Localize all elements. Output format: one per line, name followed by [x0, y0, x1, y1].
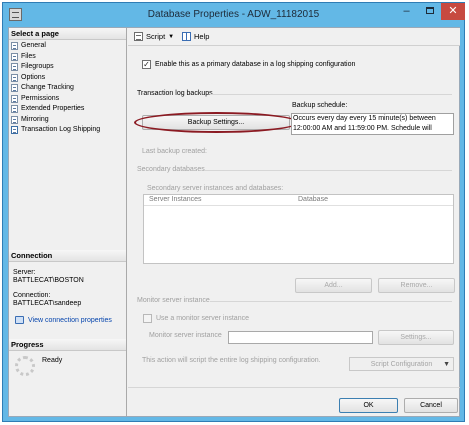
- toolbar: Script ▼ Help: [128, 28, 460, 46]
- enable-primary-label: Enable this as a primary database in a l…: [155, 61, 356, 68]
- backup-schedule-textbox[interactable]: Occurs every day every 15 minute(s) betw…: [291, 113, 454, 135]
- sidebar-item-files[interactable]: Files: [11, 52, 125, 63]
- last-backup-label: Last backup created:: [142, 148, 207, 155]
- sidebar-item-extended-properties[interactable]: Extended Properties: [11, 104, 125, 115]
- sidebar-item-transaction-log-shipping[interactable]: Transaction Log Shipping: [11, 125, 125, 136]
- page-list: General Files Filegroups Options Change …: [11, 41, 125, 136]
- monitor-instance-input[interactable]: [228, 331, 373, 344]
- chevron-down-icon[interactable]: ▼: [168, 34, 174, 40]
- sidebar-item-label: General: [21, 42, 46, 49]
- script-configuration-dropdown[interactable]: Script Configuration ▼: [349, 357, 454, 371]
- help-label: Help: [194, 32, 210, 41]
- minimize-button[interactable]: –: [395, 3, 418, 20]
- progress-spinner-icon: [15, 356, 35, 376]
- dialog-window: Database Properties - ADW_11182015 – ✕ S…: [2, 2, 465, 422]
- page-icon: [11, 84, 18, 93]
- ok-button[interactable]: OK: [339, 398, 398, 413]
- page-icon: [11, 126, 18, 135]
- sidebar-item-general[interactable]: General: [11, 41, 125, 52]
- backup-schedule-label: Backup schedule:: [292, 102, 348, 109]
- page-icon: [11, 94, 18, 103]
- grid-header: Server Instances Database: [144, 195, 453, 206]
- script-label: Script: [146, 32, 166, 41]
- footer-divider: [128, 387, 460, 388]
- script-button[interactable]: Script ▼: [134, 32, 174, 41]
- sidebar-item-label: Permissions: [21, 94, 60, 102]
- progress-heading: Progress: [9, 339, 126, 351]
- title-bar[interactable]: Database Properties - ADW_11182015 – ✕: [3, 3, 465, 27]
- transaction-log-backups-label: Transaction log backups: [137, 90, 213, 97]
- help-icon: [182, 32, 191, 41]
- page-icon: [11, 52, 18, 61]
- maximize-icon: [425, 7, 434, 14]
- server-value: BATTLECAT\BOSTON: [13, 277, 84, 284]
- sidebar-item-label: Change Tracking: [21, 84, 74, 91]
- monitor-instance-field-label: Monitor server instance: [149, 332, 222, 339]
- column-header-database[interactable]: Database: [298, 196, 328, 203]
- group-divider: [210, 301, 452, 302]
- sidebar-item-change-tracking[interactable]: Change Tracking: [11, 83, 125, 94]
- progress-status: Ready: [42, 357, 63, 364]
- sidebar-item-label: Options: [21, 73, 46, 81]
- page-icon: [11, 105, 18, 114]
- left-pane: Select a page General Files Filegroups O…: [9, 28, 127, 416]
- sidebar-item-label: Mirroring: [21, 115, 49, 123]
- connection-heading: Connection: [9, 250, 126, 262]
- chevron-down-icon[interactable]: ▼: [443, 358, 450, 371]
- use-monitor-label: Use a monitor server instance: [156, 315, 249, 322]
- schedule-line-1: Occurs every day every 15 minute(s) betw…: [293, 115, 436, 122]
- highlight-ellipse-annotation: [134, 112, 299, 133]
- monitor-instance-group-label: Monitor server instance: [137, 297, 210, 304]
- cancel-button[interactable]: Cancel: [404, 398, 458, 413]
- secondary-databases-grid[interactable]: Server Instances Database: [143, 194, 454, 264]
- secondary-instances-label: Secondary server instances and databases…: [147, 185, 284, 192]
- group-divider: [210, 94, 452, 95]
- page-icon: [11, 42, 18, 51]
- page-icon: [11, 73, 18, 82]
- script-configuration-note: This action will script the entire log s…: [142, 357, 321, 364]
- sidebar-item-mirroring[interactable]: Mirroring: [11, 115, 125, 126]
- column-header-server-instances[interactable]: Server Instances: [149, 196, 202, 203]
- script-icon: [134, 32, 143, 41]
- use-monitor-checkbox[interactable]: [143, 314, 152, 323]
- secondary-databases-label: Secondary databases: [137, 166, 205, 173]
- sidebar-item-label: Extended Properties: [21, 105, 85, 112]
- add-button[interactable]: Add...: [295, 278, 372, 293]
- sidebar-item-label: Transaction Log Shipping: [21, 126, 101, 133]
- monitor-settings-button[interactable]: Settings...: [378, 330, 454, 345]
- dialog-client-area: Select a page General Files Filegroups O…: [8, 27, 460, 417]
- connection-label: Connection:: [13, 292, 51, 299]
- enable-primary-checkbox[interactable]: ✓: [142, 60, 151, 69]
- select-page-heading: Select a page: [9, 28, 126, 40]
- maximize-button[interactable]: [418, 3, 441, 20]
- close-button[interactable]: ✕: [441, 3, 465, 20]
- sidebar-item-permissions[interactable]: Permissions: [11, 94, 125, 105]
- sidebar-item-label: Filegroups: [21, 63, 54, 70]
- sidebar-item-label: Files: [21, 52, 36, 60]
- page-icon: [11, 63, 18, 72]
- connection-value: BATTLECAT\sandeep: [13, 300, 82, 307]
- sidebar-item-options[interactable]: Options: [11, 73, 125, 84]
- help-button[interactable]: Help: [182, 32, 209, 41]
- page-icon: [11, 115, 18, 124]
- connection-properties-icon[interactable]: [15, 316, 24, 324]
- group-divider: [204, 170, 452, 171]
- remove-button[interactable]: Remove...: [378, 278, 455, 293]
- view-connection-properties-link[interactable]: View connection properties: [28, 317, 112, 324]
- script-configuration-label: Script Configuration: [370, 361, 433, 368]
- sidebar-item-filegroups[interactable]: Filegroups: [11, 62, 125, 73]
- server-label: Server:: [13, 269, 36, 276]
- schedule-line-2: 12:00:00 AM and 11:59:00 PM. Schedule wi…: [293, 124, 432, 132]
